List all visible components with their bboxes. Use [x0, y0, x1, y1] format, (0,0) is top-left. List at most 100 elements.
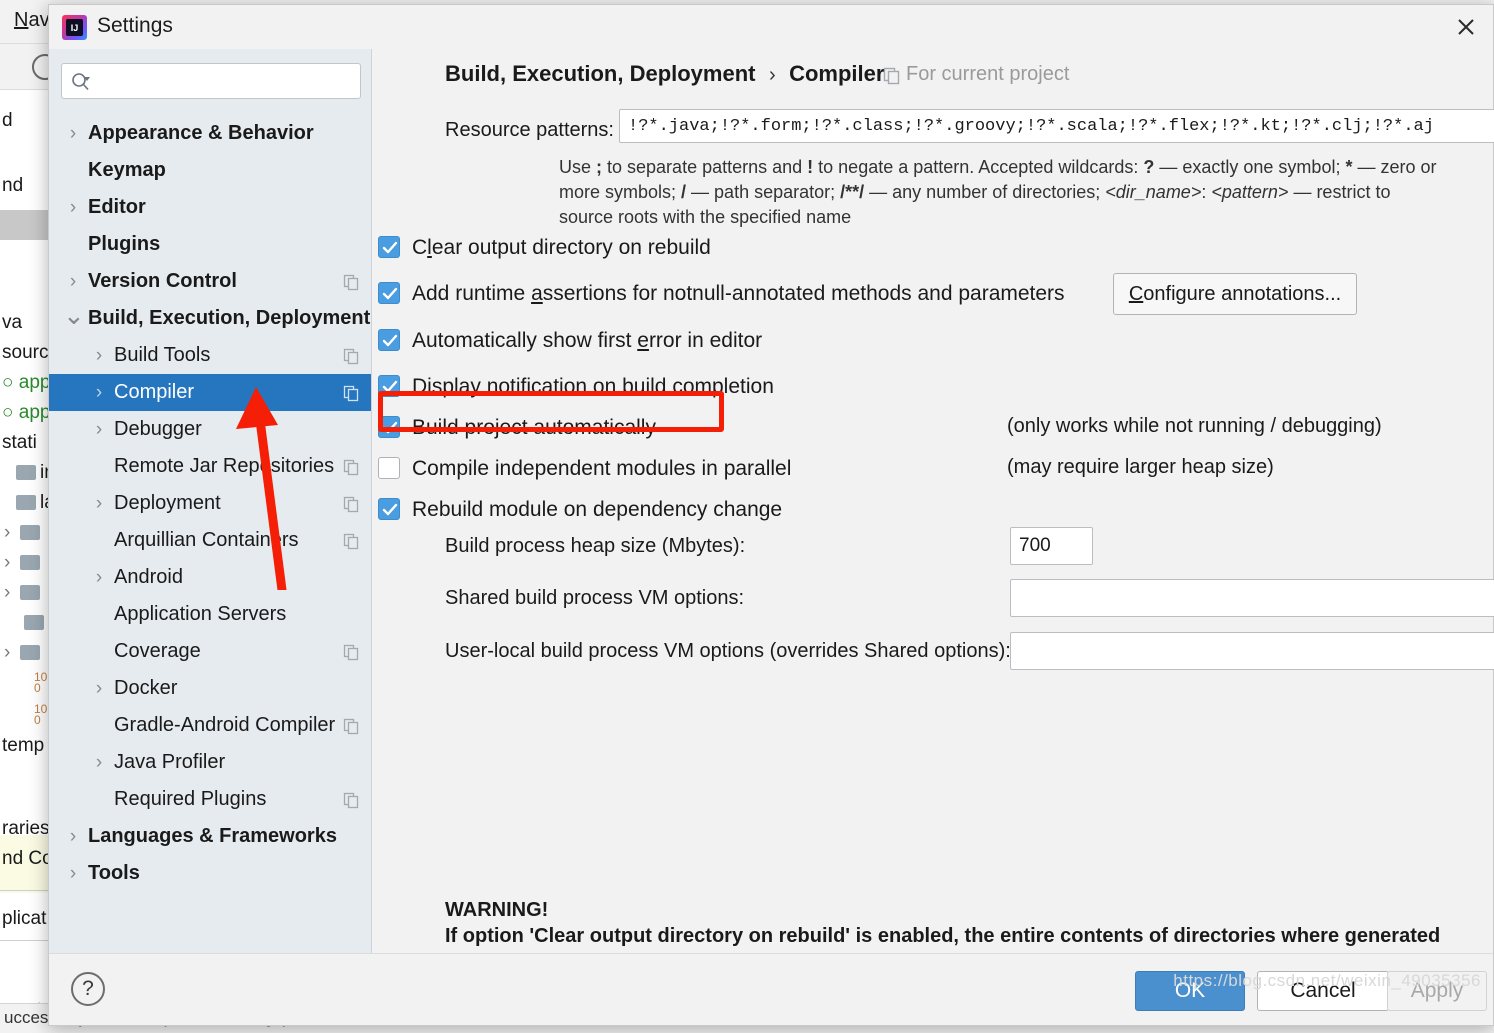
resource-patterns-input[interactable]	[620, 110, 1494, 142]
chevron-right-icon[interactable]: ›	[89, 485, 109, 522]
copy-project-icon	[883, 67, 900, 85]
chevron-right-icon[interactable]: ›	[63, 189, 83, 226]
sidebar-item-label: Application Servers	[114, 603, 287, 625]
search-box[interactable]	[61, 63, 361, 99]
chevron-down-icon[interactable]: ⌄	[63, 300, 85, 330]
ok-button[interactable]: OK	[1135, 971, 1245, 1011]
checkbox-label-part: C	[412, 236, 428, 259]
configure-annotations-button[interactable]: Configure annotations...	[1113, 273, 1357, 315]
sidebar-item-deployment[interactable]: › Deployment	[49, 485, 371, 522]
sidebar-item-version-control[interactable]: › Version Control	[49, 263, 371, 300]
check-icon	[382, 380, 398, 393]
bg-tree-text: temp	[2, 735, 45, 756]
sidebar-item-gradle-android-compiler[interactable]: Gradle-Android Compiler	[49, 707, 371, 744]
copy-settings-icon[interactable]	[343, 348, 360, 365]
sidebar-item-build-execution-deployment[interactable]: ⌄ Build, Execution, Deployment	[49, 300, 371, 337]
chevron-right-icon[interactable]: ›	[89, 337, 109, 374]
checkbox-label-part: Compile independent modules in parallel	[412, 457, 792, 480]
heap-size-field[interactable]	[1010, 527, 1093, 565]
copy-settings-icon[interactable]	[343, 644, 360, 661]
sidebar-item-keymap[interactable]: Keymap	[49, 152, 371, 189]
checkbox-automatically-show-first-error-in-editor[interactable]	[378, 329, 400, 351]
chevron-right-icon[interactable]: ›	[63, 263, 83, 300]
copy-settings-icon[interactable]	[343, 718, 360, 735]
sidebar-item-label: Appearance & Behavior	[88, 122, 314, 144]
sidebar-item-languages-frameworks[interactable]: › Languages & Frameworks	[49, 818, 371, 855]
sidebar-item-debugger[interactable]: › Debugger	[49, 411, 371, 448]
sidebar-item-java-profiler[interactable]: › Java Profiler	[49, 744, 371, 781]
sidebar-item-appearance-behavior[interactable]: › Appearance & Behavior	[49, 115, 371, 152]
checkbox-add-runtime-assertions-for-notnull-annotated-met[interactable]	[378, 282, 400, 304]
check-icon	[382, 503, 398, 516]
breadcrumb-separator: ›	[768, 64, 776, 86]
close-icon[interactable]	[1439, 5, 1493, 49]
sidebar-item-docker[interactable]: › Docker	[49, 670, 371, 707]
hint-seg: — path separator;	[686, 182, 841, 202]
sidebar-item-build-tools[interactable]: › Build Tools	[49, 337, 371, 374]
user-vm-options-field[interactable]	[1010, 632, 1494, 670]
sidebar-item-application-servers[interactable]: Application Servers	[49, 596, 371, 633]
chevron-right-icon[interactable]: ›	[63, 818, 83, 855]
chevron-right-icon[interactable]: ›	[89, 559, 109, 596]
check-icon	[382, 287, 398, 300]
menu-item-navigate[interactable]: Nav	[14, 9, 50, 32]
user-vm-options-input[interactable]	[1011, 633, 1494, 669]
bg-tree-text: nd	[2, 175, 24, 196]
copy-settings-icon[interactable]	[343, 459, 360, 476]
hint-dirname: <dir_name>	[1105, 182, 1202, 202]
svg-text:IJ: IJ	[71, 23, 79, 33]
bg-code-number: 10 0	[34, 670, 48, 695]
sidebar-item-tools[interactable]: › Tools	[49, 855, 371, 892]
chevron-right-icon[interactable]: ›	[89, 744, 109, 781]
chevron-right-icon[interactable]: ›	[89, 411, 109, 448]
sidebar-item-required-plugins[interactable]: Required Plugins	[49, 781, 371, 818]
checkbox-label: Compile independent modules in parallel	[412, 454, 791, 484]
hint-seg: to negate a pattern. Accepted wildcards:	[813, 157, 1144, 177]
sidebar-item-compiler[interactable]: › Compiler	[49, 374, 371, 411]
bg-tree-text	[24, 612, 48, 634]
sidebar-item-remote-jar-repositories[interactable]: Remote Jar Repositories	[49, 448, 371, 485]
apply-button[interactable]: Apply	[1387, 971, 1487, 1011]
checkbox-label-part: rror in editor	[648, 329, 763, 352]
checkbox-label-mnemonic: a	[531, 282, 543, 305]
chevron-right-icon[interactable]: ›	[63, 855, 83, 892]
settings-tree: › Appearance & Behavior Keymap › Editor Plugi…	[49, 115, 371, 953]
help-button[interactable]: ?	[71, 972, 105, 1006]
checkbox-compile-independent-modules-in-parallel[interactable]	[378, 457, 400, 479]
checkbox-display-notification-on-build-completion[interactable]	[378, 375, 400, 397]
shared-vm-options-field[interactable]	[1010, 579, 1494, 617]
checkbox-rebuild-module-on-dependency-change[interactable]	[378, 498, 400, 520]
chevron-right-icon[interactable]: ›	[89, 670, 109, 707]
search-input[interactable]	[100, 64, 354, 98]
cancel-button[interactable]: Cancel	[1257, 971, 1389, 1011]
heap-size-input[interactable]	[1011, 528, 1092, 564]
sidebar-item-android[interactable]: › Android	[49, 559, 371, 596]
checkbox-build-project-automatically[interactable]	[378, 416, 400, 438]
resource-patterns-field[interactable]	[619, 109, 1494, 143]
checkbox-clear-output-directory-on-rebuild[interactable]	[378, 236, 400, 258]
sidebar-item-editor[interactable]: › Editor	[49, 189, 371, 226]
chevron-right-icon[interactable]: ›	[89, 374, 109, 411]
copy-settings-icon[interactable]	[343, 496, 360, 513]
search-icon	[72, 73, 90, 91]
shared-vm-options-label: Shared build process VM options:	[445, 587, 745, 609]
copy-settings-icon[interactable]	[343, 385, 360, 402]
settings-sidebar: › Appearance & Behavior Keymap › Editor Plugi…	[49, 49, 372, 953]
hint-seg: to separate patterns and	[602, 157, 808, 177]
sidebar-item-label: Gradle-Android Compiler	[114, 714, 336, 736]
copy-settings-icon[interactable]	[343, 792, 360, 809]
sidebar-item-coverage[interactable]: Coverage	[49, 633, 371, 670]
chevron-right-icon[interactable]: ›	[63, 115, 83, 152]
sidebar-item-arquillian-containers[interactable]: Arquillian Containers	[49, 522, 371, 559]
sidebar-item-label: Version Control	[88, 270, 237, 292]
sidebar-item-plugins[interactable]: Plugins	[49, 226, 371, 263]
copy-settings-icon[interactable]	[343, 533, 360, 550]
hint-seg: — any number of directories;	[864, 182, 1106, 202]
shared-vm-options-input[interactable]	[1011, 580, 1494, 616]
bg-tree-text: ○ appl	[2, 402, 55, 423]
copy-settings-icon[interactable]	[343, 274, 360, 291]
hint-seg: Use	[559, 157, 597, 177]
checkbox-label: Rebuild module on dependency change	[412, 495, 782, 525]
sidebar-item-label: Keymap	[88, 159, 166, 181]
breadcrumb-root[interactable]: Build, Execution, Deployment	[445, 61, 755, 86]
